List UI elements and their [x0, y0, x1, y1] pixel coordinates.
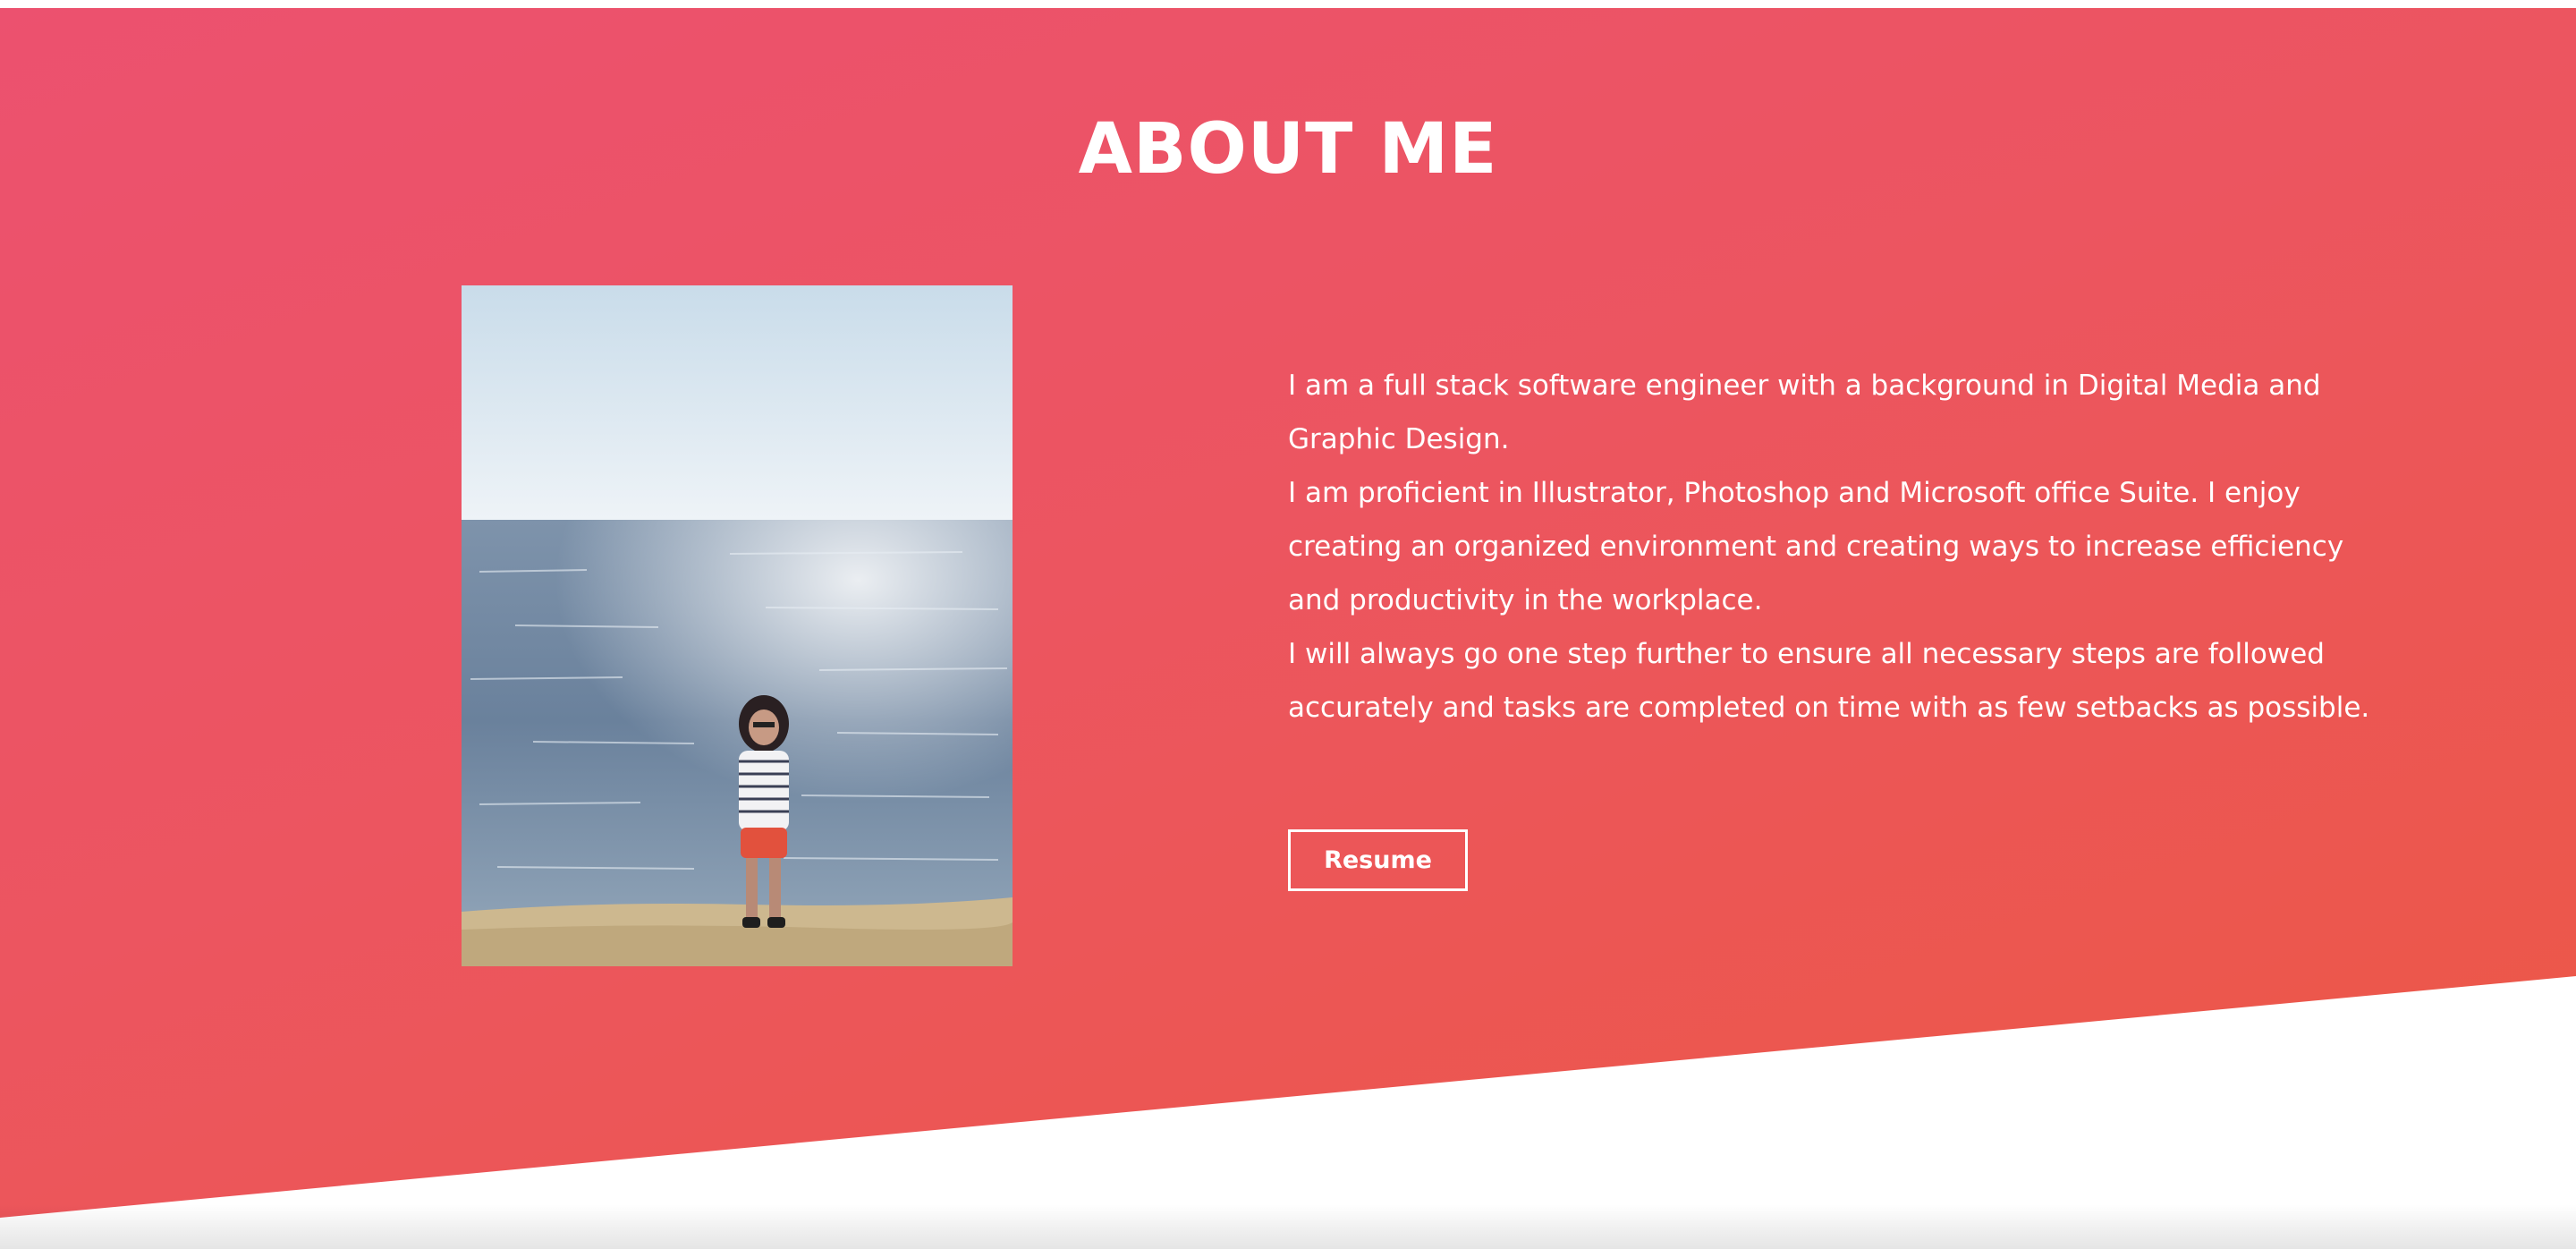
profile-photo	[462, 285, 1013, 966]
top-strip	[0, 0, 2576, 8]
bio-paragraph: I am proficient in Illustrator, Photosho…	[1288, 477, 2344, 616]
about-section: ABOUT ME I am a full stack software engi…	[0, 8, 2576, 1218]
bio-text: I am a full stack software engineer with…	[1288, 359, 2397, 735]
bio-paragraph: I am a full stack software engineer with…	[1288, 370, 2321, 455]
section-shadow	[0, 1204, 2576, 1249]
bio-paragraph: I will always go one step further to ens…	[1288, 638, 2370, 724]
section-title: ABOUT ME	[1078, 109, 1498, 190]
resume-button[interactable]: Resume	[1288, 829, 1468, 891]
page: ABOUT ME I am a full stack software engi…	[0, 0, 2576, 1249]
